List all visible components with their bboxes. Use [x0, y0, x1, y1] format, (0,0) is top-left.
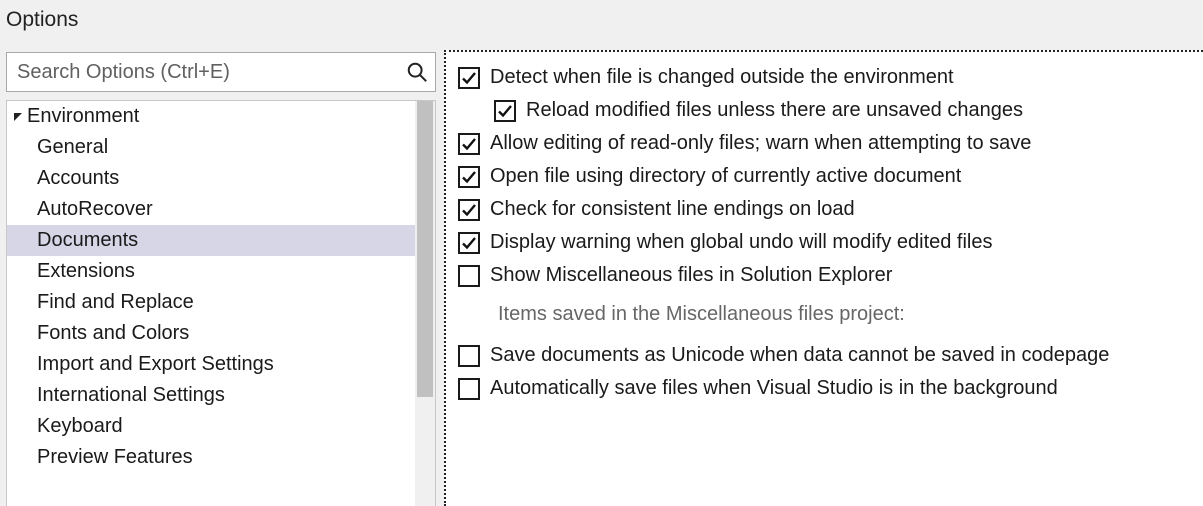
checkbox[interactable]: [458, 378, 480, 400]
tree-item-label: Accounts: [37, 167, 119, 189]
option-label: Open file using directory of currently a…: [490, 165, 961, 188]
option-label: Reload modified files unless there are u…: [526, 99, 1023, 122]
option-row: Detect when file is changed outside the …: [458, 66, 1195, 89]
option-row: Automatically save files when Visual Stu…: [458, 377, 1195, 400]
tree-item-label: Extensions: [37, 260, 135, 282]
option-label: Detect when file is changed outside the …: [490, 66, 954, 89]
misc-section-label: Items saved in the Miscellaneous files p…: [498, 303, 1195, 326]
checkbox[interactable]: [458, 133, 480, 155]
tree-item-autorecover[interactable]: AutoRecover: [7, 194, 415, 225]
left-column: Environment General Accounts AutoRecover Do…: [0, 50, 444, 506]
tree-item-find-and-replace[interactable]: Find and Replace: [7, 287, 415, 318]
option-label: Automatically save files when Visual Stu…: [490, 377, 1058, 400]
option-label: Show Miscellaneous files in Solution Exp…: [490, 264, 892, 287]
tree-item-keyboard[interactable]: Keyboard: [7, 411, 415, 442]
scrollbar-thumb[interactable]: [417, 101, 433, 397]
checkbox[interactable]: [458, 265, 480, 287]
dialog-header: Options: [0, 0, 1203, 50]
option-row: Display warning when global undo will mo…: [458, 231, 1195, 254]
tree-item-label: AutoRecover: [37, 198, 153, 220]
tree-item-label: Import and Export Settings: [37, 353, 274, 375]
option-label: Allow editing of read-only files; warn w…: [490, 132, 1031, 155]
checkbox[interactable]: [458, 345, 480, 367]
tree-item-import-and-export-settings[interactable]: Import and Export Settings: [7, 349, 415, 380]
tree-scrollbar[interactable]: [415, 101, 435, 506]
option-row: Allow editing of read-only files; warn w…: [458, 132, 1195, 155]
options-tree: Environment General Accounts AutoRecover Do…: [7, 101, 415, 506]
search-input[interactable]: [6, 52, 436, 92]
checkbox[interactable]: [458, 199, 480, 221]
option-row: Save documents as Unicode when data cann…: [458, 344, 1195, 367]
tree-container: Environment General Accounts AutoRecover Do…: [6, 100, 436, 506]
tree-group-environment[interactable]: Environment: [7, 101, 415, 132]
tree-item-label: Documents: [37, 229, 138, 251]
tree-item-documents[interactable]: Documents: [7, 225, 415, 256]
tree-item-extensions[interactable]: Extensions: [7, 256, 415, 287]
tree-item-label: Fonts and Colors: [37, 322, 189, 344]
main-area: Environment General Accounts AutoRecover Do…: [0, 50, 1203, 506]
checkbox[interactable]: [458, 232, 480, 254]
tree-item-label: International Settings: [37, 384, 225, 406]
option-row: Check for consistent line endings on loa…: [458, 198, 1195, 221]
tree-item-preview-features[interactable]: Preview Features: [7, 442, 415, 473]
tree-item-fonts-and-colors[interactable]: Fonts and Colors: [7, 318, 415, 349]
checkbox[interactable]: [494, 100, 516, 122]
tree-item-general[interactable]: General: [7, 132, 415, 163]
options-panel: Detect when file is changed outside the …: [444, 50, 1203, 506]
tree-item-label: Keyboard: [37, 415, 123, 437]
search-wrapper: [6, 52, 436, 92]
tree-item-label: General: [37, 136, 108, 158]
checkbox[interactable]: [458, 67, 480, 89]
option-label: Display warning when global undo will mo…: [490, 231, 993, 254]
tree-item-international-settings[interactable]: International Settings: [7, 380, 415, 411]
checkbox[interactable]: [458, 166, 480, 188]
option-row: Reload modified files unless there are u…: [494, 99, 1195, 122]
option-label: Check for consistent line endings on loa…: [490, 198, 855, 221]
dialog-title: Options: [6, 8, 1195, 32]
option-row: Open file using directory of currently a…: [458, 165, 1195, 188]
tree-item-accounts[interactable]: Accounts: [7, 163, 415, 194]
collapse-icon: [11, 110, 25, 124]
tree-group-label: Environment: [27, 105, 139, 128]
option-row: Show Miscellaneous files in Solution Exp…: [458, 264, 1195, 287]
option-label: Save documents as Unicode when data cann…: [490, 344, 1109, 367]
tree-item-label: Find and Replace: [37, 291, 194, 313]
tree-item-label: Preview Features: [37, 446, 193, 468]
